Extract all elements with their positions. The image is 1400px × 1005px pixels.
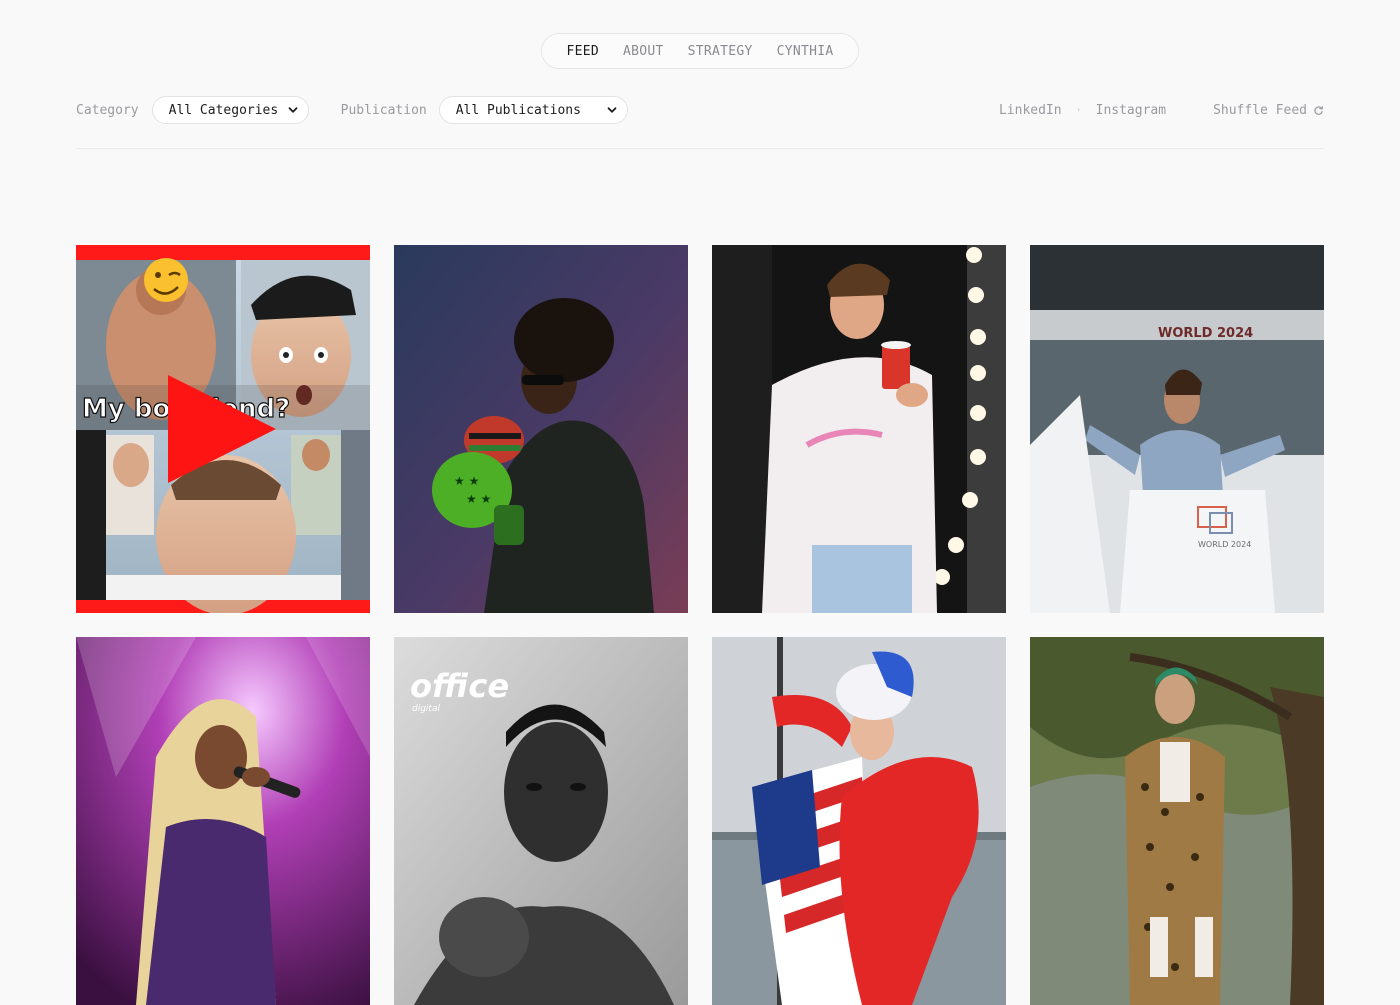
svg-text:★ ★: ★ ★ xyxy=(466,492,491,506)
chevron-down-icon xyxy=(286,103,300,117)
link-separator: · xyxy=(1075,104,1082,116)
feed-card-leopard-suit[interactable] xyxy=(1030,637,1324,1005)
feed-card-concert-singer[interactable] xyxy=(76,637,370,1005)
shuffle-feed-button[interactable]: Shuffle Feed xyxy=(1213,103,1324,118)
category-label: Category xyxy=(76,102,139,118)
top-nav: FEED ABOUT STRATEGY CYNTHIA xyxy=(541,33,859,69)
boxing-glove-portrait-image: ★ ★ ★ ★ xyxy=(394,245,688,613)
feed-card-podium-speaker[interactable]: WORLD 2024 WORLD 2024 xyxy=(1030,245,1324,613)
linkedin-link[interactable]: LinkedIn xyxy=(999,103,1062,118)
refresh-icon xyxy=(1313,105,1324,116)
instagram-link[interactable]: Instagram xyxy=(1096,103,1166,118)
feed-grid: My boyfriend? xyxy=(76,245,1324,1005)
chevron-down-icon xyxy=(605,103,619,117)
office-magazine-portrait-image: office digital xyxy=(394,637,688,1005)
category-select-value: All Categories xyxy=(168,102,279,118)
feed-card-dressing-room[interactable] xyxy=(712,245,1006,613)
stadium-banner-text: WORLD 2024 xyxy=(1158,326,1253,341)
nav-item-strategy[interactable]: STRATEGY xyxy=(688,44,753,59)
podium-speaker-image: WORLD 2024 WORLD 2024 xyxy=(1030,245,1324,613)
leopard-suit-tree-image xyxy=(1030,637,1324,1005)
header-divider xyxy=(76,148,1324,149)
concert-singer-image xyxy=(76,637,370,1005)
feed-card-office-portrait[interactable]: office digital xyxy=(394,637,688,1005)
office-logo-text: office xyxy=(410,667,509,705)
svg-text:★ ★: ★ ★ xyxy=(454,474,479,488)
publication-select-value: All Publications xyxy=(455,102,581,118)
shuffle-feed-label: Shuffle Feed xyxy=(1213,102,1307,118)
dressing-room-portrait-image xyxy=(712,245,1006,613)
feed-card-boxing-portrait[interactable]: ★ ★ ★ ★ xyxy=(394,245,688,613)
feed-card-flag-performer[interactable] xyxy=(712,637,1006,1005)
nav-item-feed[interactable]: FEED xyxy=(566,44,599,59)
filter-bar: Category All Categories Publication All … xyxy=(76,96,1324,124)
drag-performer-flag-image xyxy=(712,637,1006,1005)
youtube-thumbnail-image: My boyfriend? xyxy=(76,245,370,613)
publication-select[interactable]: All Publications xyxy=(438,96,628,124)
external-links: LinkedIn · Instagram Shuffle Feed xyxy=(999,103,1324,118)
feed-card-youtube-thumbnail[interactable]: My boyfriend? xyxy=(76,245,370,613)
nav-item-about[interactable]: ABOUT xyxy=(623,44,664,59)
publication-label: Publication xyxy=(340,102,427,118)
office-logo-subtext: digital xyxy=(412,704,440,714)
podium-text: WORLD 2024 xyxy=(1198,540,1251,549)
category-select[interactable]: All Categories xyxy=(151,96,309,124)
nav-item-cynthia[interactable]: CYNTHIA xyxy=(777,44,834,59)
